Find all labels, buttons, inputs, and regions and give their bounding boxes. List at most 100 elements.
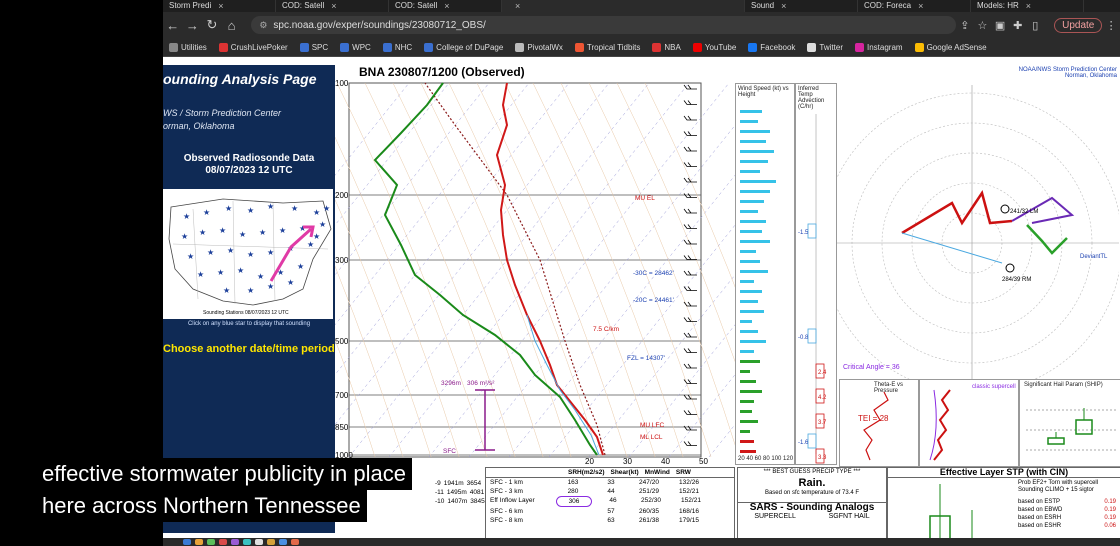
browser-tab[interactable]: ×	[502, 0, 745, 12]
shear-kt: 63	[607, 517, 615, 524]
station-star-icon[interactable]: ★	[199, 228, 206, 237]
station-star-icon[interactable]: ★	[287, 278, 294, 287]
dock-app-icon[interactable]	[279, 539, 287, 545]
station-star-icon[interactable]: ★	[279, 226, 286, 235]
menu-icon[interactable]: ⋮	[1102, 19, 1120, 32]
tab-close-icon[interactable]: ×	[331, 0, 336, 12]
tab-close-icon[interactable]: ×	[1026, 0, 1031, 12]
bookmark-item[interactable]: NBA	[646, 42, 686, 52]
tab-close-icon[interactable]: ×	[515, 0, 520, 12]
tab-close-icon[interactable]: ×	[218, 0, 223, 12]
forward-arrow-icon[interactable]: →	[183, 18, 203, 33]
dock-app-icon[interactable]	[267, 539, 275, 545]
station-star-icon[interactable]: ★	[183, 212, 190, 221]
bookmark-label: NHC	[394, 42, 413, 52]
station-star-icon[interactable]: ★	[247, 250, 254, 259]
tab-close-icon[interactable]: ×	[444, 0, 449, 12]
bookmark-favicon-icon	[574, 42, 584, 52]
dock-app-icon[interactable]	[183, 539, 191, 545]
bookmark-item[interactable]: NHC	[377, 42, 418, 52]
dock-app-icon[interactable]	[219, 539, 227, 545]
station-star-icon[interactable]: ★	[207, 248, 214, 257]
bookmark-item[interactable]: PivotalWx	[509, 42, 569, 52]
advection-value: 3.7	[818, 420, 827, 426]
bookmark-item[interactable]: CrushLivePoker	[213, 42, 294, 52]
address-bar[interactable]: ⚙ spc.noaa.gov/exper/soundings/23080712_…	[251, 16, 957, 34]
station-star-icon[interactable]: ★	[181, 232, 188, 241]
dock-app-icon[interactable]	[291, 539, 299, 545]
stp-row-label: based on ESHR	[1018, 523, 1062, 529]
station-star-icon[interactable]: ★	[313, 208, 320, 217]
bookmark-item[interactable]: SPC	[294, 42, 334, 52]
station-star-icon[interactable]: ★	[225, 204, 232, 213]
station-star-icon[interactable]: ★	[247, 286, 254, 295]
ship-boxplot	[1026, 408, 1116, 451]
stp-row-label: based on ESTP	[1018, 499, 1061, 505]
station-map[interactable]: ★ ★ ★ ★ ★ ★ ★ ★ ★ ★ ★ ★ ★ ★ ★ ★ ★ ★ ★ ★ ★ ★ ★ ★ ★ ★ ★ ★ ★ ★ ★ ★ ★ ★ Sound…	[163, 189, 333, 319]
dock-app-icon[interactable]	[207, 539, 215, 545]
sidebar-icon[interactable]: ▯	[1027, 19, 1045, 32]
browser-tab[interactable]: Sound ×	[745, 0, 858, 12]
browser-tab[interactable]: COD: Satell ×	[389, 0, 502, 12]
station-star-icon[interactable]: ★	[223, 286, 230, 295]
dock-app-icon[interactable]	[243, 539, 251, 545]
station-star-icon[interactable]: ★	[267, 282, 274, 291]
bookmark-item[interactable]: Utilities	[163, 42, 213, 52]
bookmark-favicon-icon	[424, 42, 434, 52]
subtitle-line-2: here across Northern Tennessee	[36, 490, 367, 522]
shear-srw: 132/26	[679, 479, 699, 486]
bookmark-item[interactable]: Google AdSense	[909, 42, 993, 52]
station-star-icon[interactable]: ★	[267, 202, 274, 211]
bookmark-label: PivotalWx	[527, 42, 563, 52]
back-arrow-icon[interactable]: ←	[163, 18, 183, 33]
choose-date-link[interactable]: Choose another date/time period	[163, 343, 335, 355]
station-star-icon[interactable]: ★	[217, 268, 224, 277]
station-star-icon[interactable]: ★	[319, 220, 326, 229]
share-icon[interactable]: ⇪	[956, 19, 974, 32]
station-star-icon[interactable]: ★	[297, 262, 304, 271]
station-star-icon[interactable]: ★	[267, 248, 274, 257]
puzzle-icon[interactable]: ✚	[1009, 19, 1027, 32]
browser-tab[interactable]: Storm Predi ×	[163, 0, 276, 12]
stp-row: based on ESTP 0.19	[1018, 498, 1116, 506]
bookmark-item[interactable]: Twitter	[801, 42, 849, 52]
station-star-icon[interactable]: ★	[187, 252, 194, 261]
station-star-icon[interactable]: ★	[239, 230, 246, 239]
station-star-icon[interactable]: ★	[291, 204, 298, 213]
station-star-icon[interactable]: ★	[203, 208, 210, 217]
dock-app-icon[interactable]	[195, 539, 203, 545]
bookmark-item[interactable]: Tropical Tidbits	[569, 42, 647, 52]
station-star-icon[interactable]: ★	[219, 226, 226, 235]
station-star-icon[interactable]: ★	[197, 270, 204, 279]
station-star-icon[interactable]: ★	[257, 272, 264, 281]
bookmark-item[interactable]: College of DuPage	[418, 42, 509, 52]
dock-app-icon[interactable]	[231, 539, 239, 545]
station-star-icon[interactable]: ★	[247, 206, 254, 215]
dock-app-icon[interactable]	[255, 539, 263, 545]
bookmark-item[interactable]: Facebook	[742, 42, 801, 52]
station-star-icon[interactable]: ★	[307, 240, 314, 249]
site-info-icon[interactable]: ⚙	[259, 20, 267, 31]
station-star-icon[interactable]: ★	[323, 204, 330, 213]
station-star-icon[interactable]: ★	[313, 232, 320, 241]
reload-icon[interactable]: ↻	[202, 17, 222, 33]
browser-tab[interactable]: Models: HR ×	[971, 0, 1084, 12]
stp-row-value: 0.06	[1104, 523, 1116, 529]
tab-close-icon[interactable]: ×	[781, 0, 786, 12]
station-star-icon[interactable]: ★	[237, 266, 244, 275]
bookmark-item[interactable]: Instagram	[849, 42, 909, 52]
browser-tab[interactable]: COD: Satell ×	[276, 0, 389, 12]
bookmark-item[interactable]: WPC	[334, 42, 377, 52]
update-button[interactable]: Update	[1054, 17, 1103, 33]
extension-icon[interactable]: ▣	[991, 19, 1009, 32]
bookmark-item[interactable]: YouTube	[687, 42, 742, 52]
advection-value: -0.8	[798, 335, 809, 341]
tab-close-icon[interactable]: ×	[918, 0, 923, 12]
pressure-label: 850	[335, 423, 349, 432]
sars-title: SARS - Sounding Analogs	[738, 502, 886, 513]
home-icon[interactable]: ⌂	[222, 18, 242, 33]
browser-tab[interactable]: COD: Foreca ×	[858, 0, 971, 12]
station-star-icon[interactable]: ★	[227, 246, 234, 255]
station-star-icon[interactable]: ★	[259, 228, 266, 237]
bookmark-star-icon[interactable]: ☆	[974, 19, 992, 32]
